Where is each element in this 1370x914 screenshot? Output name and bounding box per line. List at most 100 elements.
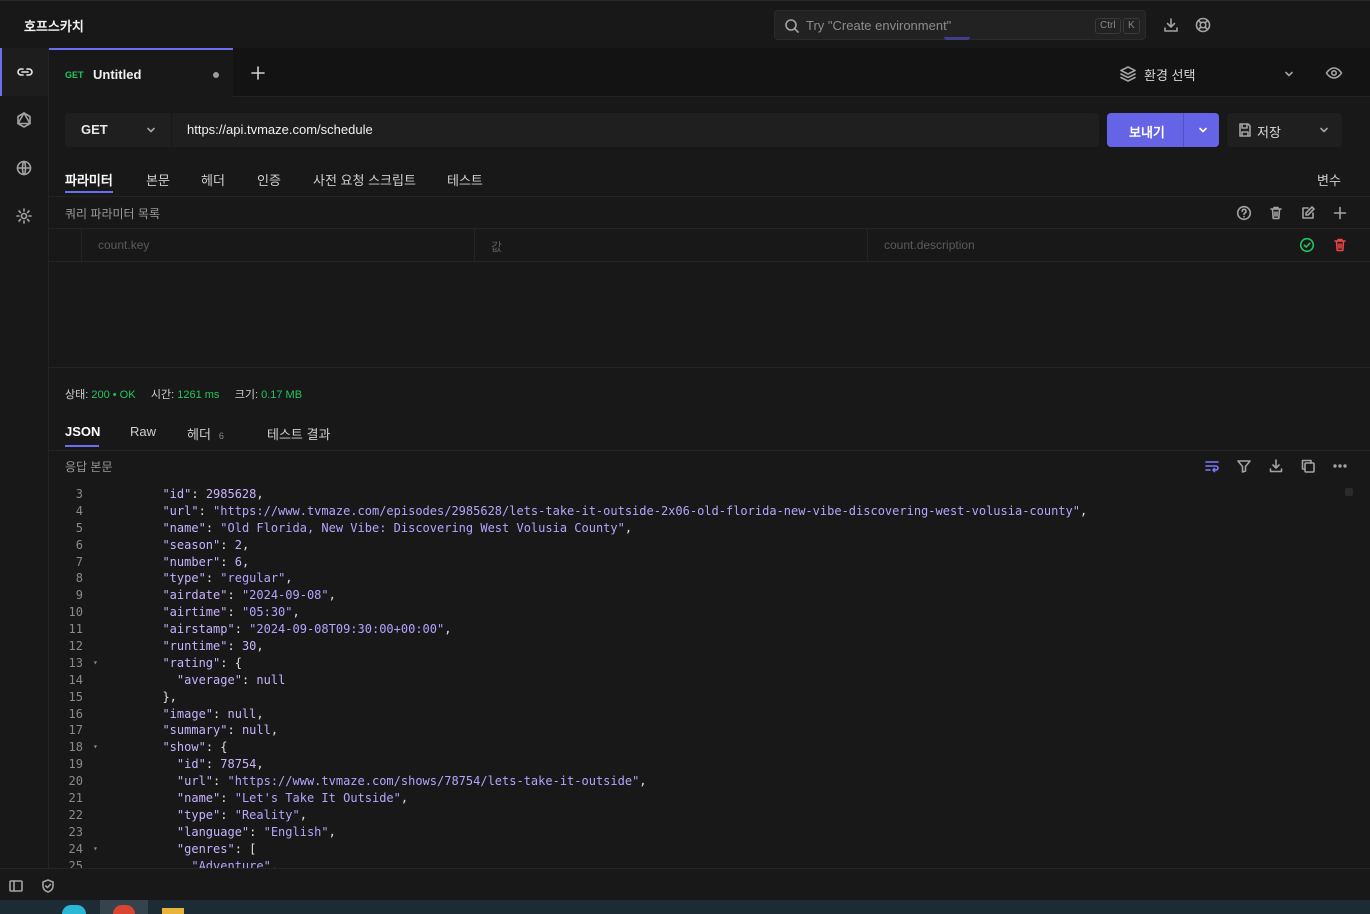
code-line: 11 "airstamp": "2024-09-08T09:30:00+00:0… (49, 621, 1349, 638)
code-line: 18 ▾ "show": { (49, 739, 1349, 756)
param-description-input[interactable]: count.description (867, 229, 1292, 262)
rail-rest-button[interactable] (0, 48, 48, 96)
send-button[interactable]: 보내기 (1107, 113, 1219, 147)
tab-untitled[interactable]: GET Untitled (49, 48, 233, 97)
tab-test-results[interactable]: 테스트 결과 (267, 424, 330, 443)
add-param-icon[interactable] (1332, 205, 1348, 221)
wrap-lines-icon[interactable] (1204, 458, 1220, 474)
tab-raw[interactable]: Raw (130, 424, 156, 439)
param-key-input[interactable]: count.key (81, 229, 474, 262)
trash-icon[interactable] (1268, 205, 1284, 221)
tab-method-badge: GET (65, 70, 84, 80)
search-placeholder: Try "Create environment" (806, 18, 952, 33)
send-label: 보내기 (1129, 125, 1165, 140)
tab-title: Untitled (93, 67, 142, 82)
method-select[interactable]: GET (65, 113, 171, 147)
taskbar-active-app[interactable] (100, 900, 148, 914)
gear-icon (16, 208, 32, 224)
line-number: 24 (68, 841, 83, 856)
url-input[interactable]: https://api.tvmaze.com/schedule (171, 113, 1099, 147)
bulk-edit-icon[interactable] (1300, 205, 1316, 221)
shortcut-k: K (1123, 18, 1140, 34)
tab-headers[interactable]: 헤더 (201, 170, 225, 189)
help-icon[interactable] (1236, 205, 1252, 221)
param-value-placeholder: 값 (491, 240, 503, 254)
code-line: 21 "name": "Let's Take It Outside", (49, 790, 1349, 807)
send-options-chevron-icon[interactable] (1197, 124, 1209, 136)
more-options-icon[interactable] (1332, 458, 1348, 474)
unsaved-dot-icon[interactable] (213, 72, 219, 78)
code-line: 22 "type": "Reality", (49, 807, 1349, 824)
copy-icon[interactable] (1300, 458, 1316, 474)
environment-select[interactable]: 환경 선택 (1119, 64, 1299, 84)
delete-param-icon[interactable] (1332, 237, 1348, 253)
code-line: 17 "summary": null, (49, 722, 1349, 739)
code-line: 10 "airtime": "05:30", (49, 604, 1349, 621)
fold-toggle-icon[interactable]: ▾ (93, 655, 98, 672)
size-label: 크기: (234, 389, 258, 401)
check-circle-icon[interactable] (1299, 237, 1315, 253)
download-icon[interactable] (1162, 16, 1180, 34)
support-icon[interactable] (1194, 16, 1212, 34)
time-label: 시간: (150, 389, 175, 401)
tab-body[interactable]: 본문 (146, 170, 170, 189)
scrollbar[interactable] (1345, 488, 1353, 496)
size-value: 0.17 MB (261, 389, 303, 401)
code-line: 24 ▾ "genres": [ (49, 841, 1349, 858)
code-line: 19 "id": 78754, (49, 756, 1349, 773)
code-line: 15 }, (49, 689, 1349, 706)
tab-response-headers[interactable]: 헤더 6 (187, 424, 224, 443)
code-line: 16 "image": null, (49, 706, 1349, 723)
tab-pre-request-script[interactable]: 사전 요청 스크립트 (313, 170, 416, 189)
rail-realtime-button[interactable] (0, 144, 48, 192)
line-number: 9 (75, 588, 83, 603)
eye-icon[interactable] (1325, 65, 1343, 81)
save-button[interactable]: 저장 (1227, 113, 1342, 147)
param-row: count.key 값 count.description (49, 229, 1370, 262)
code-line: 7 "number": 6, (49, 554, 1349, 571)
search-input[interactable]: Try "Create environment" Ctrl K (774, 10, 1146, 40)
line-number: 19 (68, 757, 83, 772)
fold-toggle-icon[interactable]: ▾ (93, 739, 98, 756)
chevron-down-icon[interactable] (1318, 124, 1330, 136)
status-value: 200 • OK (91, 389, 136, 401)
environment-label: 환경 선택 (1144, 68, 1196, 83)
tab-parameters[interactable]: 파라미터 (65, 170, 113, 189)
param-key-placeholder: count.key (98, 238, 150, 252)
json-viewer[interactable]: 3 "id": 2985628, 4 "url": "https://www.tv… (49, 482, 1349, 868)
url-value: https://api.tvmaze.com/schedule (187, 122, 373, 137)
search-icon (785, 19, 799, 33)
download-response-icon[interactable] (1268, 458, 1284, 474)
sidebar-toggle-icon[interactable] (8, 878, 24, 894)
filter-icon[interactable] (1236, 458, 1252, 474)
code-line: 23 "language": "English", (49, 824, 1349, 841)
code-line: 8 "type": "regular", (49, 570, 1349, 587)
line-number: 6 (75, 537, 83, 552)
response-body-title: 응답 본문 (65, 460, 113, 474)
request-tab-bar: GET Untitled 환경 선택 (49, 48, 1370, 97)
variables-link[interactable]: 변수 (1317, 170, 1341, 189)
tab-json[interactable]: JSON (65, 424, 100, 439)
rail-graphql-button[interactable] (0, 96, 48, 144)
tab-auth[interactable]: 인증 (257, 170, 281, 189)
bottom-status-bar (0, 868, 1370, 900)
code-text: "id": 2985628, (162, 487, 264, 501)
taskbar-app-icon[interactable] (62, 905, 86, 914)
chevron-down-icon (147, 127, 155, 133)
fold-toggle-icon[interactable]: ▾ (93, 841, 98, 858)
param-value-input[interactable]: 값 (474, 229, 867, 262)
rail-settings-button[interactable] (0, 192, 48, 240)
taskbar-folder-icon[interactable] (162, 908, 184, 914)
shield-check-icon[interactable] (40, 878, 56, 894)
line-number: 18 (68, 740, 83, 755)
line-number: 5 (75, 520, 83, 535)
tab-tests[interactable]: 테스트 (447, 170, 483, 189)
code-line: 9 "airdate": "2024-09-08", (49, 587, 1349, 604)
code-text: "runtime": 30, (162, 639, 264, 654)
code-text: "airstamp": "2024-09-08T09:30:00+00:00", (162, 622, 452, 637)
line-number: 17 (68, 723, 83, 738)
line-number: 22 (68, 807, 83, 822)
add-tab-icon[interactable] (249, 64, 267, 82)
param-desc-placeholder: count.description (884, 238, 975, 252)
response-toolbar: 응답 본문 (49, 450, 1370, 482)
